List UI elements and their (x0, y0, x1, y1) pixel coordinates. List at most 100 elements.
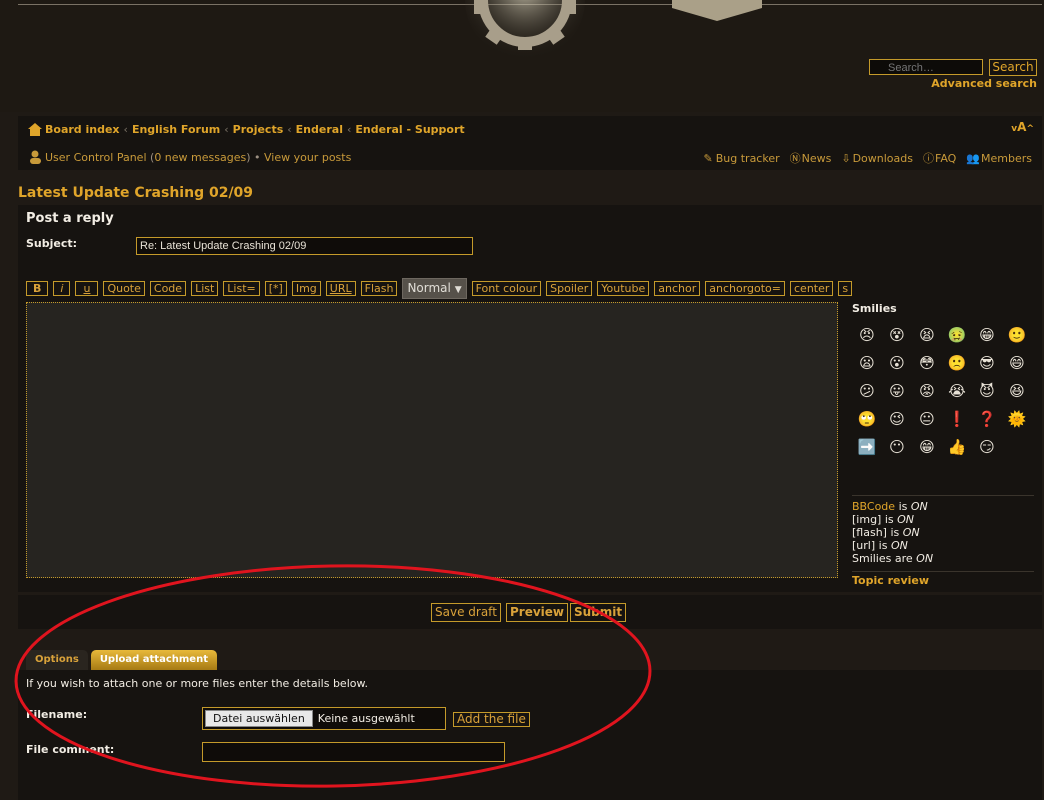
quick-links: ✎ Bug tracker Ⓝ News ⇩ Downloads ⓘ FAQ 👥 Memb… (694, 150, 1032, 166)
smiley-icon[interactable]: 😠 (852, 321, 882, 349)
ordered-list-button[interactable]: List= (223, 281, 260, 296)
list-item-button[interactable]: [*] (264, 281, 287, 296)
gear-logo-icon (465, 0, 585, 60)
smiley-icon[interactable]: ❗ (942, 405, 972, 433)
pencil-icon: ✎ (703, 151, 713, 165)
smiley-icon[interactable]: 😕 (852, 377, 882, 405)
quote-button[interactable]: Quote (103, 281, 145, 296)
center-button[interactable]: center (790, 281, 834, 296)
file-comment-label: File comment: (26, 743, 115, 756)
smiley-icon[interactable]: 😦 (852, 349, 882, 377)
no-file-text: Keine ausgewählt (317, 712, 415, 725)
smiley-icon[interactable]: 😛 (882, 377, 912, 405)
smiley-icon[interactable]: 😮 (882, 349, 912, 377)
youtube-button[interactable]: Youtube (597, 281, 650, 296)
smiley-icon[interactable]: 😄 (1002, 349, 1032, 377)
smiley-icon[interactable]: 🙂 (1002, 321, 1032, 349)
flash-button[interactable]: Flash (360, 281, 398, 296)
add-file-button[interactable]: Add the file (453, 712, 530, 727)
smiley-icon[interactable]: 🤢 (942, 321, 972, 349)
smiley-icon[interactable]: 😁 (972, 321, 1002, 349)
smiley-icon[interactable]: 😁 (912, 433, 942, 461)
font-colour-button[interactable]: Font colour (471, 281, 542, 296)
save-draft-button[interactable]: Save draft (431, 603, 501, 622)
smiley-icon[interactable]: 😉 (882, 405, 912, 433)
smiley-icon[interactable]: 😫 (912, 321, 942, 349)
smiley-icon[interactable]: 🙁 (942, 349, 972, 377)
user-control-panel-icon (30, 150, 41, 164)
list-button[interactable]: List (191, 281, 219, 296)
url-button[interactable]: URL (325, 281, 356, 296)
anchor-button[interactable]: anchor (654, 281, 701, 296)
view-your-posts-link[interactable]: View your posts (264, 151, 351, 164)
smiley-icon[interactable]: 😐 (912, 405, 942, 433)
smiley-icon[interactable]: 😶 (882, 433, 912, 461)
downloads-link[interactable]: ⇩ Downloads (841, 152, 913, 165)
smiley-icon[interactable]: 😏 (972, 433, 1002, 461)
subject-label: Subject: (26, 237, 78, 250)
file-comment-input[interactable] (202, 742, 505, 762)
news-link[interactable]: Ⓝ News (790, 150, 832, 166)
smilies-heading: Smilies (852, 302, 897, 315)
breadcrumb-separator: ‹ (224, 123, 229, 136)
search-input[interactable] (869, 59, 983, 75)
faq-link[interactable]: ⓘ FAQ (923, 150, 956, 166)
breadcrumb: Board index ‹ English Forum ‹ Projects ‹… (28, 123, 465, 136)
smiley-icon[interactable]: 🌞 (1002, 405, 1032, 433)
img-button[interactable]: Img (291, 281, 321, 296)
topic-review-link[interactable]: Topic review (852, 571, 1034, 587)
font-size-toggle[interactable]: vA^ (1011, 120, 1034, 134)
smiley-icon[interactable]: 😎 (972, 349, 1002, 377)
bbcode-toolbar: B i u Quote Code List List= [*] Img URL … (26, 278, 857, 299)
message-textarea[interactable] (26, 302, 838, 578)
smiley-icon[interactable]: 😆 (1002, 377, 1032, 405)
smiley-icon[interactable]: 👍 (942, 433, 972, 461)
underline-button[interactable]: u (75, 281, 99, 296)
new-messages-link[interactable]: 0 new messages (154, 151, 246, 164)
anchorgoto-button[interactable]: anchorgoto= (705, 281, 785, 296)
download-icon: ⇩ (841, 151, 851, 165)
smiley-icon[interactable]: 😳 (912, 349, 942, 377)
smiley-icon[interactable]: 😡 (912, 377, 942, 405)
smiley-icon[interactable]: 😭 (942, 377, 972, 405)
members-link[interactable]: 👥 Members (966, 152, 1032, 165)
italic-button[interactable]: i (53, 281, 71, 296)
form-tabs: Options Upload attachment (26, 650, 220, 670)
smiley-icon[interactable]: ➡️ (852, 433, 882, 461)
subject-input[interactable] (136, 237, 473, 255)
smiley-icon[interactable]: 😵 (882, 321, 912, 349)
smiley-icon[interactable]: ❓ (972, 405, 1002, 433)
site-header: Search Advanced search (0, 0, 1044, 112)
font-size-select[interactable]: Normal ▼ (402, 278, 467, 299)
spoiler-button[interactable]: Spoiler (546, 281, 593, 296)
breadcrumb-enderal-support[interactable]: Enderal - Support (355, 123, 464, 136)
breadcrumb-board-index[interactable]: Board index (45, 123, 120, 136)
code-button[interactable]: Code (149, 281, 187, 296)
breadcrumb-english-forum[interactable]: English Forum (132, 123, 220, 136)
bug-tracker-link[interactable]: ✎ Bug tracker (704, 152, 780, 165)
breadcrumb-enderal[interactable]: Enderal (296, 123, 343, 136)
breadcrumb-projects[interactable]: Projects (233, 123, 284, 136)
chevron-down-icon: ▼ (454, 285, 462, 295)
smiley-icon[interactable]: 😈 (972, 377, 1002, 405)
bbcode-link[interactable]: BBCode (852, 500, 895, 513)
file-input[interactable]: Datei auswählen Keine ausgewählt (202, 707, 446, 730)
tab-options[interactable]: Options (26, 650, 88, 670)
page-title[interactable]: Latest Update Crashing 02/09 (18, 185, 253, 201)
post-form: Post a reply Subject: B i u Quote Code L… (18, 205, 1042, 592)
user-control-panel-link[interactable]: User Control Panel (45, 151, 147, 164)
navbar: Board index ‹ English Forum ‹ Projects ‹… (18, 116, 1042, 170)
post-heading: Post a reply (26, 211, 114, 226)
tab-upload-attachment[interactable]: Upload attachment (90, 650, 217, 670)
search-button[interactable]: Search (989, 59, 1037, 76)
advanced-search-link[interactable]: Advanced search (931, 77, 1037, 90)
bold-button[interactable]: B (26, 281, 49, 296)
submit-bar: Save draft Preview Submit (18, 595, 1042, 629)
submit-button[interactable]: Submit (570, 603, 627, 622)
smilies-grid: 😠 😵 😫 🤢 😁 🙂 😦 😮 😳 🙁 😎 😄 😕 😛 😡 😭 😈 😆 🙄 😉 😐 ❗ ❓ 🌞 ➡️ 😶 😁 👍 😏 (852, 321, 1037, 461)
home-icon (28, 123, 42, 136)
smiley-icon[interactable]: 🙄 (852, 405, 882, 433)
choose-file-button[interactable]: Datei auswählen (205, 710, 313, 727)
strike-button[interactable]: s (838, 281, 853, 296)
preview-button[interactable]: Preview (506, 603, 569, 622)
